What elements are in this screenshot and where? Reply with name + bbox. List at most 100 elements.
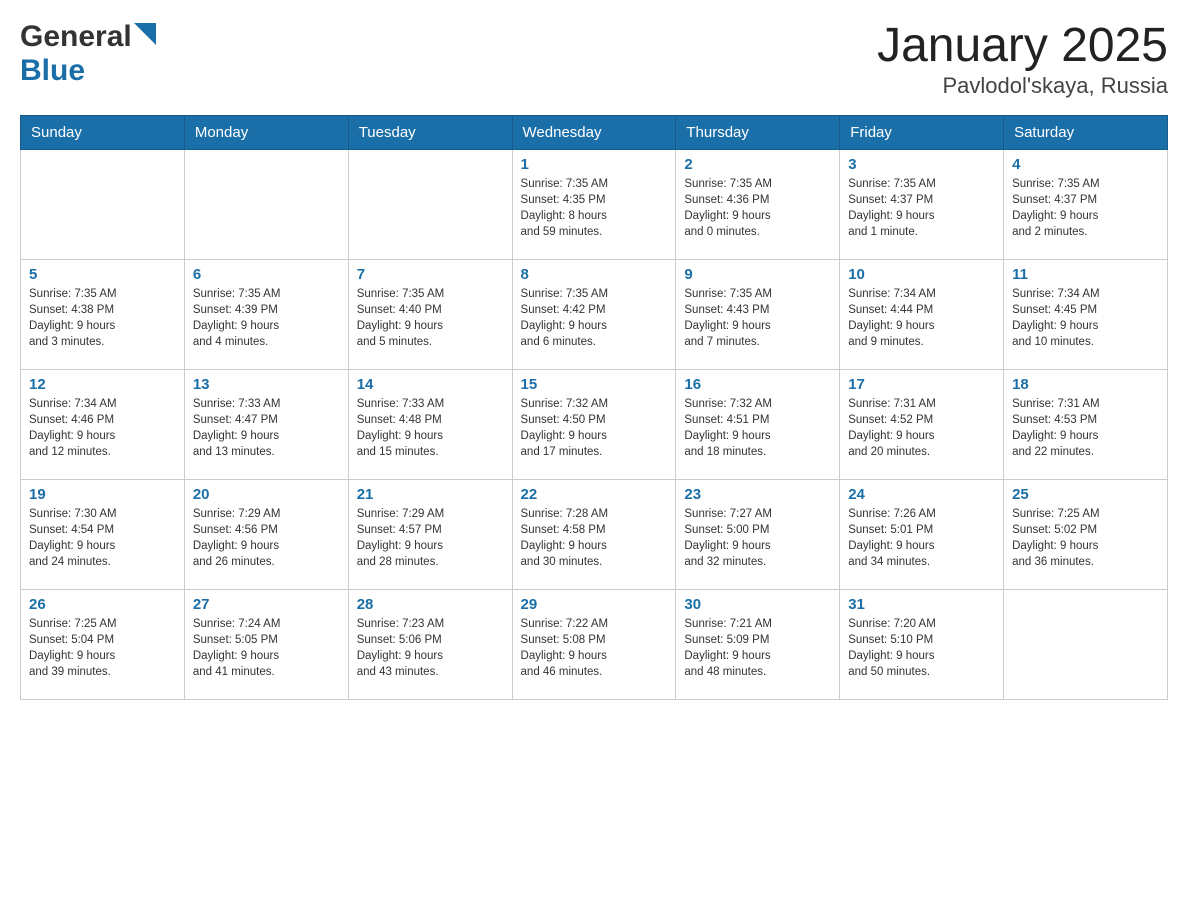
day-number: 30	[684, 596, 831, 613]
calendar-day-cell: 15Sunrise: 7:32 AM Sunset: 4:50 PM Dayli…	[512, 369, 676, 479]
calendar-day-cell: 25 Sunrise: 7:25 AM Sunset: 5:02 PM Dayli…	[1004, 479, 1168, 589]
day-info: Sunrise: 7:34 AM Sunset: 4:45 PM Dayligh…	[1012, 286, 1159, 350]
calendar-day-cell: 28Sunrise: 7:23 AM Sunset: 5:06 PM Dayli…	[348, 589, 512, 699]
day-info: Sunrise: 7:35 AM Sunset: 4:43 PM Dayligh…	[684, 286, 831, 350]
calendar-day-cell: 21Sunrise: 7:29 AM Sunset: 4:57 PM Dayli…	[348, 479, 512, 589]
calendar-day-cell: 16 Sunrise: 7:32 AM Sunset: 4:51 PM Dayli…	[676, 369, 840, 479]
calendar-week-row: 12Sunrise: 7:34 AM Sunset: 4:46 PM Dayli…	[21, 369, 1168, 479]
calendar-week-row: 19 Sunrise: 7:30 AM Sunset: 4:54 PM Dayli…	[21, 479, 1168, 589]
calendar-day-cell: 27Sunrise: 7:24 AM Sunset: 5:05 PM Dayli…	[184, 589, 348, 699]
calendar-day-cell	[1004, 589, 1168, 699]
day-info: Sunrise: 7:33 AM Sunset: 4:48 PM Dayligh…	[357, 396, 504, 460]
day-info: Sunrise: 7:21 AM Sunset: 5:09 PM Dayligh…	[684, 616, 831, 680]
day-number: 14	[357, 376, 504, 393]
day-number: 28	[357, 596, 504, 613]
calendar-day-cell: 13 Sunrise: 7:33 AM Sunset: 4:47 PM Dayli…	[184, 369, 348, 479]
day-info: Sunrise: 7:35 AM Sunset: 4:38 PM Dayligh…	[29, 286, 176, 350]
calendar-day-header: Wednesday	[512, 115, 676, 149]
day-info: Sunrise: 7:30 AM Sunset: 4:54 PM Dayligh…	[29, 506, 176, 570]
calendar-day-header: Tuesday	[348, 115, 512, 149]
day-info: Sunrise: 7:34 AM Sunset: 4:44 PM Dayligh…	[848, 286, 995, 350]
page-header: General Blue January 2025 Pavlodol'skaya…	[20, 20, 1168, 99]
calendar-day-cell: 12Sunrise: 7:34 AM Sunset: 4:46 PM Dayli…	[21, 369, 185, 479]
day-number: 8	[521, 266, 668, 283]
calendar-day-cell: 26 Sunrise: 7:25 AM Sunset: 5:04 PM Dayli…	[21, 589, 185, 699]
logo-triangle-icon	[134, 23, 156, 50]
calendar-day-cell: 11Sunrise: 7:34 AM Sunset: 4:45 PM Dayli…	[1004, 259, 1168, 369]
day-info: Sunrise: 7:31 AM Sunset: 4:53 PM Dayligh…	[1012, 396, 1159, 460]
calendar-day-cell: 24 Sunrise: 7:26 AM Sunset: 5:01 PM Dayli…	[840, 479, 1004, 589]
calendar-day-cell: 6Sunrise: 7:35 AM Sunset: 4:39 PM Daylig…	[184, 259, 348, 369]
calendar-day-cell: 7 Sunrise: 7:35 AM Sunset: 4:40 PM Daylig…	[348, 259, 512, 369]
day-info: Sunrise: 7:34 AM Sunset: 4:46 PM Dayligh…	[29, 396, 176, 460]
day-number: 16	[684, 376, 831, 393]
calendar-day-header: Thursday	[676, 115, 840, 149]
calendar-day-cell: 23Sunrise: 7:27 AM Sunset: 5:00 PM Dayli…	[676, 479, 840, 589]
calendar-day-cell: 4 Sunrise: 7:35 AM Sunset: 4:37 PM Daylig…	[1004, 149, 1168, 259]
calendar-day-cell	[184, 149, 348, 259]
calendar-day-cell: 10Sunrise: 7:34 AM Sunset: 4:44 PM Dayli…	[840, 259, 1004, 369]
day-number: 19	[29, 486, 176, 503]
day-info: Sunrise: 7:28 AM Sunset: 4:58 PM Dayligh…	[521, 506, 668, 570]
day-number: 24	[848, 486, 995, 503]
day-info: Sunrise: 7:35 AM Sunset: 4:37 PM Dayligh…	[848, 176, 995, 240]
day-number: 2	[684, 156, 831, 173]
day-info: Sunrise: 7:35 AM Sunset: 4:35 PM Dayligh…	[521, 176, 668, 240]
day-info: Sunrise: 7:35 AM Sunset: 4:37 PM Dayligh…	[1012, 176, 1159, 240]
page-title: January 2025	[877, 20, 1168, 73]
day-info: Sunrise: 7:35 AM Sunset: 4:40 PM Dayligh…	[357, 286, 504, 350]
calendar-day-cell	[21, 149, 185, 259]
calendar-header-row: SundayMondayTuesdayWednesdayThursdayFrid…	[21, 115, 1168, 149]
calendar-week-row: 1 Sunrise: 7:35 AM Sunset: 4:35 PM Daylig…	[21, 149, 1168, 259]
calendar-week-row: 5 Sunrise: 7:35 AM Sunset: 4:38 PM Daylig…	[21, 259, 1168, 369]
calendar-day-cell: 2 Sunrise: 7:35 AM Sunset: 4:36 PM Daylig…	[676, 149, 840, 259]
calendar-day-cell: 22 Sunrise: 7:28 AM Sunset: 4:58 PM Dayli…	[512, 479, 676, 589]
day-info: Sunrise: 7:20 AM Sunset: 5:10 PM Dayligh…	[848, 616, 995, 680]
day-number: 29	[521, 596, 668, 613]
calendar-table: SundayMondayTuesdayWednesdayThursdayFrid…	[20, 115, 1168, 700]
day-info: Sunrise: 7:29 AM Sunset: 4:56 PM Dayligh…	[193, 506, 340, 570]
calendar-day-header: Monday	[184, 115, 348, 149]
calendar-day-cell: 29 Sunrise: 7:22 AM Sunset: 5:08 PM Dayli…	[512, 589, 676, 699]
day-number: 4	[1012, 156, 1159, 173]
page-subtitle: Pavlodol'skaya, Russia	[877, 73, 1168, 99]
day-number: 22	[521, 486, 668, 503]
day-info: Sunrise: 7:26 AM Sunset: 5:01 PM Dayligh…	[848, 506, 995, 570]
day-info: Sunrise: 7:35 AM Sunset: 4:36 PM Dayligh…	[684, 176, 831, 240]
day-info: Sunrise: 7:22 AM Sunset: 5:08 PM Dayligh…	[521, 616, 668, 680]
calendar-day-cell: 19 Sunrise: 7:30 AM Sunset: 4:54 PM Dayli…	[21, 479, 185, 589]
logo-blue-text: Blue	[20, 54, 85, 87]
calendar-day-cell: 8Sunrise: 7:35 AM Sunset: 4:42 PM Daylig…	[512, 259, 676, 369]
logo-general-text: General	[20, 20, 132, 54]
day-number: 3	[848, 156, 995, 173]
day-number: 6	[193, 266, 340, 283]
calendar-day-cell: 20Sunrise: 7:29 AM Sunset: 4:56 PM Dayli…	[184, 479, 348, 589]
day-info: Sunrise: 7:25 AM Sunset: 5:04 PM Dayligh…	[29, 616, 176, 680]
day-info: Sunrise: 7:32 AM Sunset: 4:51 PM Dayligh…	[684, 396, 831, 460]
day-number: 25	[1012, 486, 1159, 503]
day-number: 5	[29, 266, 176, 283]
day-number: 31	[848, 596, 995, 613]
day-number: 23	[684, 486, 831, 503]
day-number: 15	[521, 376, 668, 393]
day-number: 1	[521, 156, 668, 173]
calendar-day-cell: 17Sunrise: 7:31 AM Sunset: 4:52 PM Dayli…	[840, 369, 1004, 479]
calendar-day-cell: 9 Sunrise: 7:35 AM Sunset: 4:43 PM Daylig…	[676, 259, 840, 369]
logo: General Blue	[20, 20, 156, 88]
day-number: 9	[684, 266, 831, 283]
calendar-day-cell: 3 Sunrise: 7:35 AM Sunset: 4:37 PM Daylig…	[840, 149, 1004, 259]
calendar-day-cell: 5 Sunrise: 7:35 AM Sunset: 4:38 PM Daylig…	[21, 259, 185, 369]
day-info: Sunrise: 7:31 AM Sunset: 4:52 PM Dayligh…	[848, 396, 995, 460]
calendar-day-cell	[348, 149, 512, 259]
day-number: 13	[193, 376, 340, 393]
day-number: 18	[1012, 376, 1159, 393]
calendar-day-header: Friday	[840, 115, 1004, 149]
calendar-day-cell: 14 Sunrise: 7:33 AM Sunset: 4:48 PM Dayli…	[348, 369, 512, 479]
day-number: 26	[29, 596, 176, 613]
day-info: Sunrise: 7:33 AM Sunset: 4:47 PM Dayligh…	[193, 396, 340, 460]
calendar-week-row: 26 Sunrise: 7:25 AM Sunset: 5:04 PM Dayli…	[21, 589, 1168, 699]
calendar-day-header: Saturday	[1004, 115, 1168, 149]
day-number: 7	[357, 266, 504, 283]
day-number: 21	[357, 486, 504, 503]
day-info: Sunrise: 7:25 AM Sunset: 5:02 PM Dayligh…	[1012, 506, 1159, 570]
